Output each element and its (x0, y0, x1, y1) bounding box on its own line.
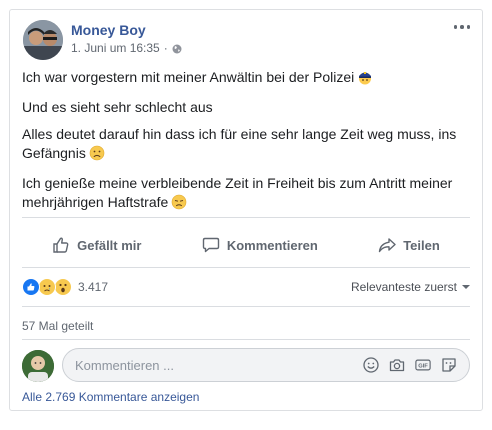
post-date[interactable]: 1. Juni um 16:35 (71, 41, 160, 55)
reactions-summary[interactable]: 3.417 (22, 278, 108, 296)
divider (22, 339, 470, 340)
comment-button[interactable]: Kommentieren (192, 229, 328, 261)
more-options-icon[interactable] (452, 20, 472, 34)
thumbs-up-icon (53, 237, 69, 253)
police-officer-emoji (357, 69, 373, 90)
divider (22, 267, 470, 268)
post-line-text: Ich war vorgestern mit meiner Anwältin b… (22, 69, 355, 85)
sticker-icon[interactable] (441, 357, 457, 373)
disappointed-face-emoji (171, 194, 187, 215)
like-button[interactable]: Gefällt mir (42, 229, 151, 261)
wow-reaction-icon (54, 278, 72, 296)
divider (22, 306, 470, 307)
share-icon (378, 238, 396, 253)
action-bar: Gefällt mir Kommentieren Teilen (22, 226, 470, 264)
post-text: Ich war vorgestern mit meiner Anwältin b… (22, 68, 472, 223)
post-line-text: Alles deutet darauf hin dass ich für ein… (22, 126, 457, 161)
sort-label: Relevanteste zuerst (350, 280, 457, 294)
view-all-comments-link[interactable]: Alle 2.769 Kommentare anzeigen (22, 390, 199, 404)
like-label: Gefällt mir (77, 237, 142, 253)
gif-icon[interactable]: GIF (415, 357, 431, 373)
share-count[interactable]: 57 Mal geteilt (22, 319, 93, 333)
sort-dropdown[interactable]: Relevanteste zuerst (351, 280, 470, 294)
svg-text:GIF: GIF (418, 364, 428, 370)
post-card: Money Boy 1. Juni um 16:35 · Ich war vor… (9, 9, 483, 411)
user-avatar[interactable] (22, 350, 54, 382)
post-line-text: Ich genieße meine verbleibende Zeit in F… (22, 175, 453, 210)
globe-icon[interactable] (172, 43, 182, 54)
post-line: Und es sieht sehr schlecht aus (22, 99, 213, 115)
comment-icon (202, 237, 220, 253)
caret-down-icon (462, 285, 470, 289)
reaction-count: 3.417 (78, 280, 109, 294)
composer-icons: GIF (363, 357, 469, 373)
comment-input[interactable] (63, 356, 363, 374)
author-name[interactable]: Money Boy (71, 22, 146, 38)
frowning-face-emoji (89, 145, 105, 166)
separator-dot: · (163, 41, 168, 55)
comment-label: Kommentieren (226, 237, 318, 253)
post-line: Ich genieße meine verbleibende Zeit in F… (22, 174, 472, 215)
comment-composer: GIF (62, 348, 470, 382)
post-meta: 1. Juni um 16:35 · (71, 41, 182, 55)
post-line: Alles deutet darauf hin dass ich für ein… (22, 125, 472, 166)
divider (22, 217, 470, 218)
stats-row: 3.417 Relevanteste zuerst (22, 277, 470, 297)
share-button[interactable]: Teilen (368, 229, 450, 261)
emoji-icon[interactable] (363, 357, 379, 373)
share-label: Teilen (403, 237, 440, 253)
camera-icon[interactable] (389, 357, 405, 373)
author-avatar[interactable] (23, 20, 63, 60)
sad-reaction-icon (38, 278, 56, 296)
like-reaction-icon (22, 278, 40, 296)
post-line: Ich war vorgestern mit meiner Anwältin b… (22, 68, 472, 90)
